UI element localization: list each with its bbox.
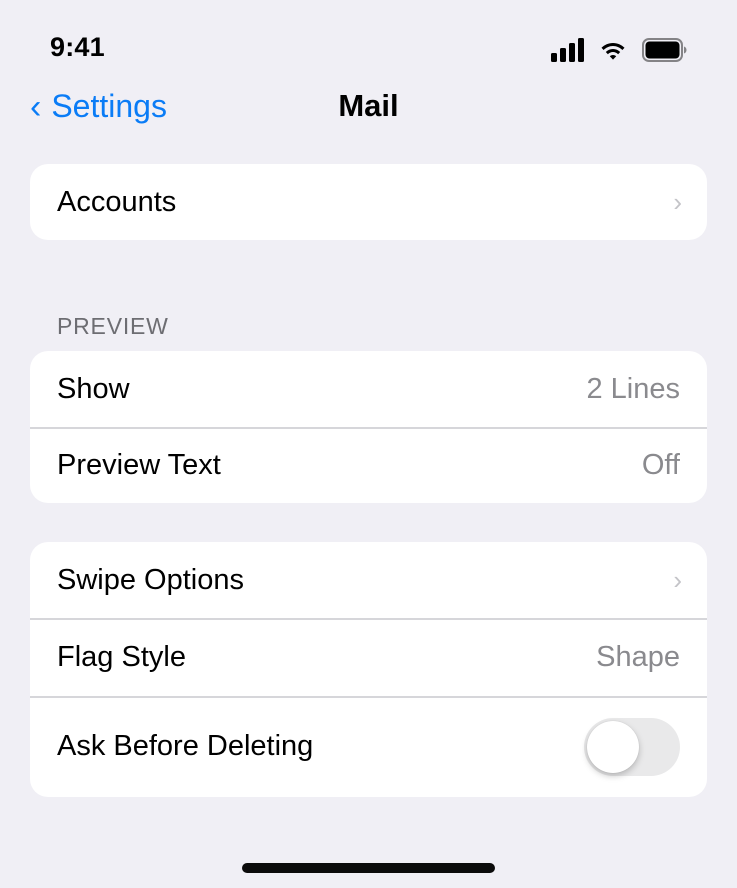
ask-before-deleting-label: Ask Before Deleting — [57, 730, 314, 762]
toggle-knob — [587, 720, 639, 773]
cellular-signal-icon — [551, 38, 584, 67]
options-group: Swipe Options › Flag Style Shape Ask Bef… — [30, 542, 707, 797]
show-row[interactable]: Show 2 Lines — [30, 351, 707, 427]
page-title: Mail — [338, 88, 399, 123]
home-indicator[interactable] — [242, 863, 495, 873]
show-value: 2 Lines — [586, 372, 680, 405]
chevron-right-icon: › — [673, 186, 682, 217]
accounts-label: Accounts — [57, 185, 177, 218]
swipe-options-label: Swipe Options — [57, 563, 244, 596]
show-label: Show — [57, 372, 130, 405]
accounts-row[interactable]: Accounts › — [30, 164, 707, 240]
preview-group: Show 2 Lines Preview Text Off — [30, 351, 707, 503]
preview-text-row[interactable]: Preview Text Off — [30, 427, 707, 503]
ask-before-deleting-toggle[interactable] — [584, 717, 680, 776]
wifi-icon — [600, 39, 626, 66]
section-header-preview: PREVIEW — [57, 313, 169, 339]
flag-style-label: Flag Style — [57, 640, 186, 673]
chevron-right-icon: › — [673, 564, 682, 595]
preview-text-value: Off — [641, 448, 680, 481]
status-icons — [551, 38, 687, 67]
flag-style-row[interactable]: Flag Style Shape — [30, 618, 707, 696]
status-bar: 9:41 — [0, 0, 737, 80]
accounts-group: Accounts › — [30, 164, 707, 240]
swipe-options-row[interactable]: Swipe Options › — [30, 542, 707, 618]
ask-before-deleting-row: Ask Before Deleting — [30, 696, 707, 797]
preview-text-label: Preview Text — [57, 448, 221, 481]
flag-style-value: Shape — [596, 640, 680, 673]
battery-icon — [642, 38, 687, 67]
status-time: 9:41 — [50, 32, 105, 62]
